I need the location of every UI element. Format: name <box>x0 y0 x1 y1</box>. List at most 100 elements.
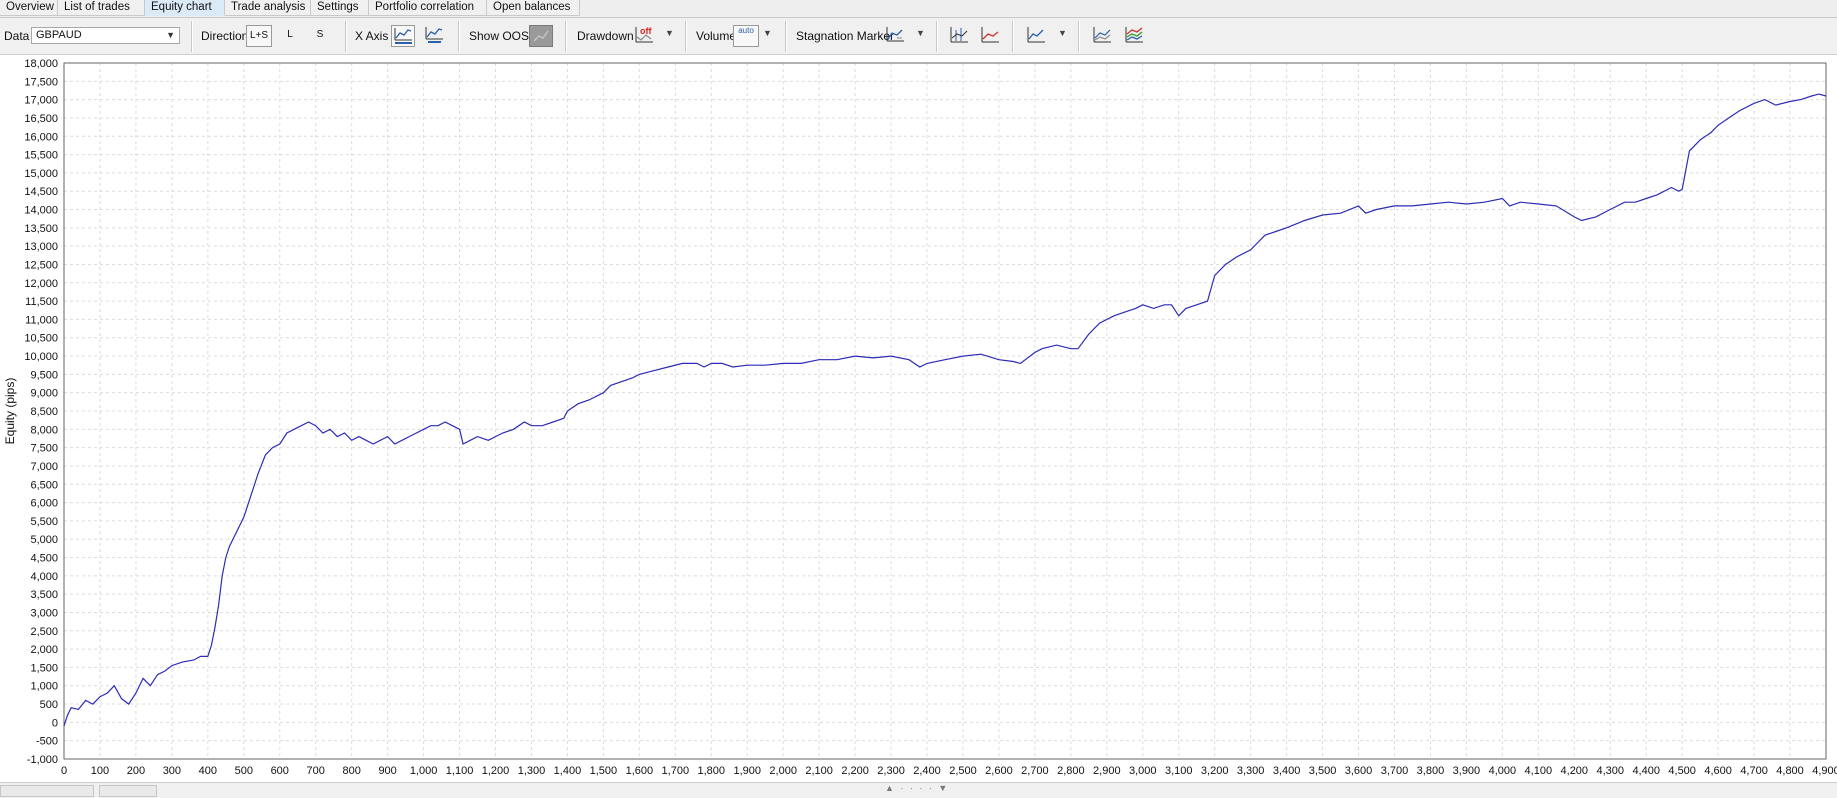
x-tick-label: 4,400 <box>1632 765 1660 777</box>
tab-portfolio-correlation[interactable]: Portfolio correlation <box>369 0 487 16</box>
tab-bar: Overview List of trades Equity chart Tra… <box>0 0 1837 18</box>
toolbar-separator <box>565 21 567 52</box>
x-tick-label: 1,100 <box>446 765 474 777</box>
stagnation-marker-button[interactable] <box>884 25 908 47</box>
bottom-tab-1[interactable] <box>0 785 94 797</box>
x-tick-label: 4,000 <box>1489 765 1517 777</box>
x-tick-label: 4,300 <box>1596 765 1624 777</box>
bottom-tab-2[interactable] <box>99 785 157 797</box>
y-tick-label: 6,500 <box>30 479 58 491</box>
y-tick-label: 9,500 <box>30 369 58 381</box>
x-tick-label: 4,200 <box>1561 765 1589 777</box>
x-tick-label: 600 <box>271 765 289 777</box>
y-tick-label: 13,500 <box>24 223 58 235</box>
x-tick-label: 4,900 <box>1812 765 1837 777</box>
x-axis-time-button[interactable] <box>423 25 447 47</box>
multi-series-chart-button[interactable] <box>1123 25 1147 47</box>
tab-settings[interactable]: Settings <box>311 0 369 16</box>
x-tick-label: 100 <box>91 765 109 777</box>
y-axis-ticks: -1,000 -500 0 500 1,000 1,500 2,000 2,500 3,000 3… <box>24 58 58 766</box>
chart-view-button-2[interactable] <box>979 25 1003 47</box>
drawdown-state-label: off <box>640 26 652 36</box>
show-oos-toggle[interactable] <box>529 25 553 47</box>
toolbar-separator <box>345 21 347 52</box>
y-tick-label: 6,000 <box>30 498 58 510</box>
y-tick-label: 18,000 <box>24 58 58 70</box>
line-chart-dropdown-icon[interactable]: ▼ <box>1058 28 1067 38</box>
x-tick-label: 2,600 <box>985 765 1013 777</box>
x-tick-label: 2,900 <box>1093 765 1121 777</box>
splitter-handle[interactable]: ▲ · · · · ▼ <box>885 783 949 793</box>
toolbar-separator <box>785 21 787 52</box>
y-tick-label: 500 <box>40 699 58 711</box>
volume-toggle[interactable]: auto <box>733 25 759 47</box>
line-chart-button[interactable] <box>1025 25 1049 47</box>
x-tick-label: 1,700 <box>662 765 690 777</box>
x-tick-label: 4,100 <box>1525 765 1553 777</box>
volume-dropdown-icon[interactable]: ▼ <box>763 28 772 38</box>
x-tick-label: 3,600 <box>1345 765 1373 777</box>
time-axis-icon <box>425 27 443 43</box>
volume-label: Volume <box>696 29 737 43</box>
y-tick-label: 2,500 <box>30 626 58 638</box>
y-tick-label: 0 <box>52 717 58 729</box>
y-tick-label: 16,500 <box>24 113 58 125</box>
y-tick-label: 17,500 <box>24 76 58 88</box>
tab-open-balances[interactable]: Open balances <box>487 0 580 16</box>
x-tick-label: 3,200 <box>1201 765 1229 777</box>
x-tick-label: 4,500 <box>1668 765 1696 777</box>
x-tick-label: 1,600 <box>626 765 654 777</box>
bottom-bar: ▲ · · · · ▼ <box>0 782 1837 798</box>
y-tick-label: 14,500 <box>24 186 58 198</box>
x-tick-label: 2,200 <box>841 765 869 777</box>
stagnation-dropdown-icon[interactable]: ▼ <box>916 28 925 38</box>
data-select[interactable]: GBPAUD ▼ <box>31 27 180 44</box>
x-tick-label: 3,400 <box>1273 765 1301 777</box>
x-tick-label: 3,000 <box>1129 765 1157 777</box>
chart-toolbar: Data GBPAUD ▼ Direction L+S L S X Axis S… <box>0 18 1837 55</box>
y-tick-label: -1,000 <box>27 754 58 766</box>
y-tick-label: 15,000 <box>24 168 58 180</box>
y-tick-label: 1,000 <box>30 681 58 693</box>
direction-short-button[interactable]: S <box>308 25 332 47</box>
y-tick-label: 5,000 <box>30 534 58 546</box>
x-axis-trades-button[interactable] <box>391 25 415 47</box>
compare-chart-button[interactable] <box>1091 25 1115 47</box>
chevron-down-icon: ▼ <box>166 30 175 40</box>
x-tick-label: 3,800 <box>1417 765 1445 777</box>
x-tick-label: 1,000 <box>410 765 438 777</box>
drawdown-dropdown-icon[interactable]: ▼ <box>665 28 674 38</box>
x-tick-label: 2,800 <box>1057 765 1085 777</box>
toolbar-separator <box>1078 21 1080 52</box>
x-tick-label: 4,800 <box>1776 765 1804 777</box>
bars-chart-icon <box>950 27 968 43</box>
x-tick-label: 2,100 <box>805 765 833 777</box>
x-tick-label: 1,900 <box>733 765 761 777</box>
y-tick-label: 8,000 <box>30 424 58 436</box>
x-tick-label: 3,100 <box>1165 765 1193 777</box>
y-tick-label: 7,500 <box>30 443 58 455</box>
y-tick-label: 15,500 <box>24 150 58 162</box>
y-tick-label: 4,000 <box>30 571 58 583</box>
tab-list-of-trades[interactable]: List of trades <box>58 0 145 16</box>
y-axis-label: Equity (pips) <box>3 378 17 445</box>
stagnation-marker-label: Stagnation Marker <box>796 29 895 43</box>
toolbar-separator <box>685 21 687 52</box>
tab-trade-analysis[interactable]: Trade analysis <box>225 0 311 16</box>
direction-long-button[interactable]: L <box>278 25 302 47</box>
direction-ls-button[interactable]: L+S <box>246 25 272 47</box>
y-tick-label: 14,000 <box>24 205 58 217</box>
x-tick-label: 3,300 <box>1237 765 1265 777</box>
toolbar-separator <box>936 21 938 52</box>
toolbar-separator <box>458 21 460 52</box>
x-tick-label: 4,700 <box>1740 765 1768 777</box>
y-tick-label: 17,000 <box>24 95 58 107</box>
tab-equity-chart[interactable]: Equity chart <box>145 0 225 16</box>
x-tick-label: 300 <box>163 765 181 777</box>
data-label: Data <box>4 29 30 43</box>
x-tick-label: 2,000 <box>769 765 797 777</box>
x-tick-label: 2,700 <box>1021 765 1049 777</box>
drawdown-label: Drawdown <box>577 29 634 43</box>
chart-view-button-1[interactable] <box>948 25 972 47</box>
tab-overview[interactable]: Overview <box>0 0 58 16</box>
